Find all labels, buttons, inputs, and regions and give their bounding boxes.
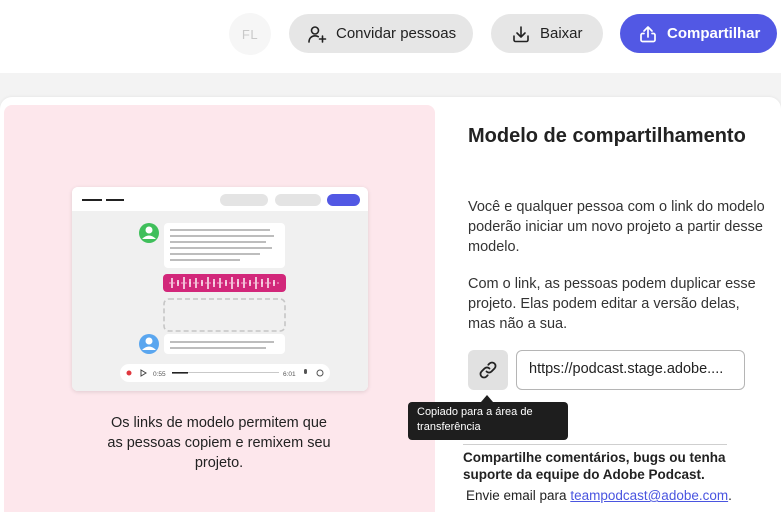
share-upload-icon xyxy=(640,25,656,42)
user-avatar[interactable]: FL xyxy=(229,13,271,55)
top-bar: FL Convidar pessoas Baixar Compartilhar xyxy=(0,0,781,73)
tooltip-arrow xyxy=(481,395,493,402)
illustration-toolbar xyxy=(72,187,368,211)
feedback-email-line: Envie email para teampodcast@adobe.com. xyxy=(466,488,732,503)
description-text-2: Com o link, as pessoas podem duplicar es… xyxy=(468,276,756,332)
download-button[interactable]: Baixar xyxy=(491,14,603,53)
illustration-transcript: 0:55 6:01 xyxy=(72,211,368,391)
add-person-icon xyxy=(308,25,327,43)
feedback-email-prefix: Envie email para xyxy=(466,488,571,503)
template-illustration: 0:55 6:01 xyxy=(72,187,368,391)
illustration-caption: Os links de modelo permitem que as pesso… xyxy=(107,415,331,471)
illustration-pane: 0:55 6:01 Os links de modelo permitem qu… xyxy=(4,105,435,512)
invite-people-button[interactable]: Convidar pessoas xyxy=(289,14,473,53)
download-label: Baixar xyxy=(540,25,583,42)
share-label: Compartilhar xyxy=(667,25,761,42)
section-divider xyxy=(463,444,727,445)
share-button[interactable]: Compartilhar xyxy=(620,14,777,53)
copy-link-button[interactable] xyxy=(468,350,508,390)
avatar-initials: FL xyxy=(241,26,259,42)
drop-placeholder xyxy=(163,298,286,332)
share-link-field[interactable]: https://podcast.stage.adobe.... xyxy=(516,350,745,390)
description-text-1: Você e qualquer pessoa com o link do mod… xyxy=(468,199,765,255)
illustration-transcript-graphic: 0:55 6:01 xyxy=(120,223,330,382)
invite-people-label: Convidar pessoas xyxy=(336,25,457,42)
support-email-link[interactable]: teampodcast@adobe.com xyxy=(570,488,728,503)
illustration-toolbar-graphic xyxy=(82,194,360,206)
share-modal: 0:55 6:01 Os links de modelo permitem qu… xyxy=(0,97,781,512)
modal-title: Modelo de compartilhamento xyxy=(468,125,746,147)
copied-tooltip: Copiado para a área de transferência xyxy=(408,402,568,440)
download-icon xyxy=(513,25,529,42)
link-icon xyxy=(479,361,497,379)
player-time-start: 0:55 xyxy=(153,371,166,378)
feedback-email-suffix: . xyxy=(728,488,732,503)
player-time-end: 6:01 xyxy=(283,371,296,378)
feedback-title: Compartilhe comentários, bugs ou tenha s… xyxy=(463,450,726,482)
